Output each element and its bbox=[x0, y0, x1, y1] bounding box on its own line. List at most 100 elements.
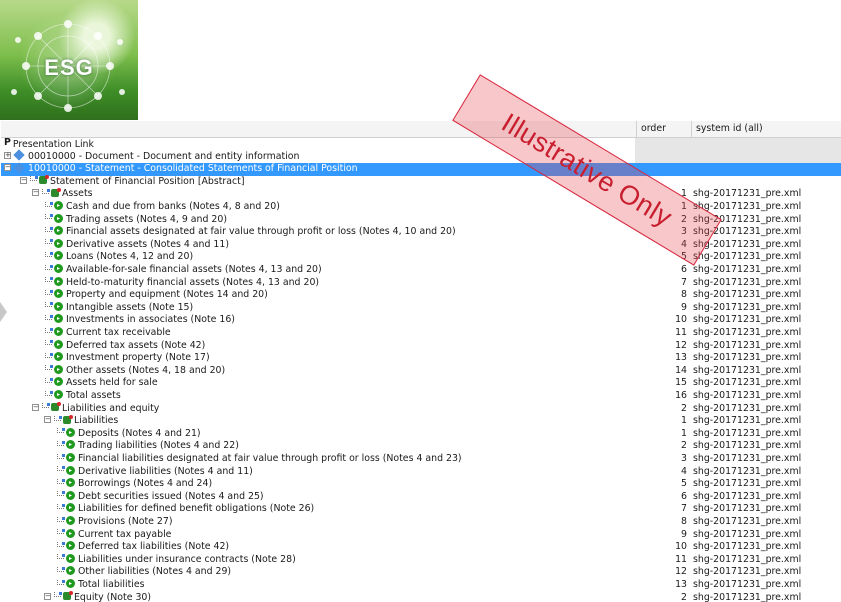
element-icon: ▸ bbox=[54, 314, 63, 324]
tree-connector-icon bbox=[44, 289, 54, 298]
order-cell: 7 bbox=[681, 503, 687, 515]
order-cell: 13 bbox=[675, 352, 687, 364]
tree-row[interactable]: − Statement of Financial Position [Abstra… bbox=[1, 175, 841, 189]
tree-connector-icon bbox=[44, 201, 54, 210]
tree-row[interactable]: − Assets 1 shg-20171231_pre.xml bbox=[1, 187, 841, 201]
element-icon: ▸ bbox=[66, 541, 75, 551]
tree-row-label: Other liabilities (Notes 4 and 29) bbox=[78, 566, 232, 578]
tree-row[interactable]: ▸ Investment property (Note 17) 13 shg-2017… bbox=[1, 352, 841, 365]
tree-row[interactable]: ▸ Trading liabilities (Notes 4 and 22) 2 sh… bbox=[1, 440, 841, 453]
tree-connector-icon bbox=[56, 478, 66, 487]
esg-logo-text: ESG bbox=[44, 55, 94, 80]
collapse-icon[interactable]: − bbox=[44, 416, 51, 424]
system-id-column-header[interactable]: system id (all) bbox=[691, 121, 841, 137]
order-cell: 2 bbox=[681, 402, 687, 414]
tree-row[interactable]: − Liabilities 1 shg-20171231_pre.xml bbox=[1, 414, 841, 428]
empty-cell bbox=[635, 138, 841, 151]
tree-row-label: Presentation Link bbox=[12, 138, 94, 150]
element-icon: ▸ bbox=[54, 301, 63, 311]
tree-row[interactable]: ▸ Deferred tax assets (Note 42) 12 shg-2017… bbox=[1, 339, 841, 353]
tree-row-label: Deferred tax liabilities (Note 42) bbox=[78, 541, 230, 553]
abstract-icon bbox=[51, 187, 61, 197]
collapse-icon[interactable]: − bbox=[32, 189, 39, 197]
tree-row[interactable]: ▸ Current tax payable 9 shg-20171231_pre.xm… bbox=[1, 528, 841, 542]
system-id-cell: shg-20171231_pre.xml bbox=[693, 264, 802, 275]
element-icon: ▸ bbox=[54, 238, 63, 248]
tree-row[interactable]: − 10010000 - Statement - Consolidated Sta… bbox=[1, 162, 841, 176]
tree-row-label: Liabilities bbox=[74, 415, 119, 427]
tree-connector-icon bbox=[44, 340, 54, 348]
tree-connector-icon bbox=[56, 466, 66, 474]
tree-row[interactable]: ▸ Financial liabilities designated at fai… bbox=[1, 453, 841, 466]
tree-row[interactable]: ▸ Liabilities under insurance contracts (… bbox=[1, 553, 841, 567]
collapse-icon[interactable]: − bbox=[4, 164, 11, 172]
tree-row-label: Trading assets (Notes 4, 9 and 20) bbox=[66, 213, 227, 225]
tree-row[interactable]: ▸ Borrowings (Notes 4 and 24) 5 shg-2017123… bbox=[1, 478, 841, 491]
tree-row[interactable]: ▸ Derivative liabilities (Notes 4 and 11)… bbox=[1, 465, 841, 479]
tree-connector-icon bbox=[44, 302, 54, 310]
tree-row[interactable]: P Presentation Link bbox=[1, 137, 841, 151]
tree-row-label: Financial assets designated at fair valu… bbox=[66, 226, 456, 238]
tree-row[interactable]: +00010000 - Document - Document and enti… bbox=[1, 149, 841, 164]
order-cell: 1 bbox=[681, 427, 687, 439]
element-icon: ▸ bbox=[54, 201, 63, 210]
abstract-icon bbox=[63, 591, 73, 601]
order-cell: 11 bbox=[675, 327, 687, 338]
collapse-icon[interactable]: − bbox=[20, 176, 27, 184]
tree-row[interactable]: ▸ Current tax receivable 11 shg-20171231_pr… bbox=[1, 327, 841, 340]
tree-connector-icon bbox=[56, 579, 66, 588]
tree-row-label: Borrowings (Notes 4 and 24) bbox=[78, 478, 213, 490]
tree-row[interactable]: ▸ Deposits (Notes 4 and 21) 1 shg-20171231_… bbox=[1, 427, 841, 441]
tree-row[interactable]: ▸ Debt securities issued (Notes 4 and 25)… bbox=[1, 490, 841, 504]
order-column-header[interactable]: order bbox=[636, 121, 691, 137]
system-id-cell: shg-20171231_pre.xml bbox=[693, 528, 802, 540]
tree-row[interactable]: ▸ Available-for-sale financial assets (No… bbox=[1, 264, 841, 277]
tree-row-label: Current tax receivable bbox=[66, 327, 171, 338]
tree-row[interactable]: ▸ Investments in associates (Note 16) 10 sh… bbox=[1, 314, 841, 327]
presentation-icon: P bbox=[4, 137, 11, 148]
system-id-cell: shg-20171231_pre.xml bbox=[693, 579, 802, 590]
tree-row[interactable]: ▸ Held-to-maturity financial assets (Note… bbox=[1, 276, 841, 290]
system-id-cell: shg-20171231_pre.xml bbox=[693, 276, 802, 288]
element-icon: ▸ bbox=[66, 478, 75, 488]
element-icon: ▸ bbox=[54, 390, 63, 399]
collapse-icon[interactable]: − bbox=[32, 403, 39, 411]
order-cell: 6 bbox=[681, 264, 687, 275]
order-cell: 8 bbox=[681, 516, 687, 527]
tree-row[interactable]: − Liabilities and equity 2 shg-20171231_pre… bbox=[1, 402, 841, 416]
tree-connector-icon bbox=[44, 226, 54, 235]
system-id-cell: shg-20171231_pre.xml bbox=[693, 541, 802, 553]
tree-connector-icon bbox=[53, 592, 63, 600]
tree-row[interactable]: ▸ Derivative assets (Notes 4 and 11) 4 shg-… bbox=[1, 238, 841, 252]
tree-row[interactable]: ▸ Loans (Notes 4, 12 and 20) 5 shg-20171231… bbox=[1, 251, 841, 264]
tree-row[interactable]: ▸ Total assets 16 shg-20171231_pre.xml bbox=[1, 390, 841, 403]
expand-icon[interactable]: + bbox=[4, 151, 11, 159]
tree-row[interactable]: ▸ Other liabilities (Notes 4 and 29) 12 shg… bbox=[1, 566, 841, 579]
tree-row[interactable]: ▸ Assets held for sale 15 shg-20171231_pre.… bbox=[1, 377, 841, 390]
abstract-icon bbox=[39, 175, 49, 185]
system-id-cell: shg-20171231_pre.xml bbox=[693, 490, 802, 502]
tree-row-label: Assets held for sale bbox=[66, 377, 158, 389]
tree-row[interactable]: ▸ Intangible assets (Note 15) 9 shg-2017123… bbox=[1, 301, 841, 315]
element-icon: ▸ bbox=[66, 503, 75, 513]
presentation-tree[interactable]: order system id (all) P Presentation Link… bbox=[1, 121, 841, 602]
tree-row[interactable]: ▸ Other assets (Notes 4, 18 and 20) 14 shg-… bbox=[1, 364, 841, 378]
order-cell: 6 bbox=[681, 490, 687, 502]
tree-row[interactable]: ▸ Provisions (Note 27) 8 shg-20171231_pre.x… bbox=[1, 516, 841, 529]
tree-row[interactable]: ▸ Liabilities for defined benefit obligat… bbox=[1, 503, 841, 516]
tree-row[interactable]: − Equity (Note 30) 2 shg-20171231_pre.xml bbox=[1, 591, 841, 602]
tree-row[interactable]: ▸ Property and equipment (Notes 14 and 20… bbox=[1, 289, 841, 302]
tree-row-label: Equity (Note 30) bbox=[74, 591, 152, 602]
order-cell: 9 bbox=[681, 301, 687, 313]
order-cell: 12 bbox=[675, 566, 687, 578]
order-cell: 8 bbox=[681, 289, 687, 301]
tree-row-label: Cash and due from banks (Notes 4, 8 and … bbox=[66, 201, 280, 212]
tree-row[interactable]: ▸ Cash and due from banks (Notes 4, 8 and… bbox=[1, 201, 841, 214]
tree-row[interactable]: ▸ Total liabilities 13 shg-20171231_pre.xml bbox=[1, 579, 841, 592]
system-id-cell: shg-20171231_pre.xml bbox=[693, 314, 802, 326]
collapse-icon[interactable]: − bbox=[44, 592, 51, 600]
order-cell: 12 bbox=[675, 339, 687, 351]
tree-connector-icon bbox=[41, 188, 51, 197]
tree-connector-icon bbox=[56, 453, 66, 462]
tree-row[interactable]: ▸ Deferred tax liabilities (Note 42) 10 shg… bbox=[1, 541, 841, 554]
